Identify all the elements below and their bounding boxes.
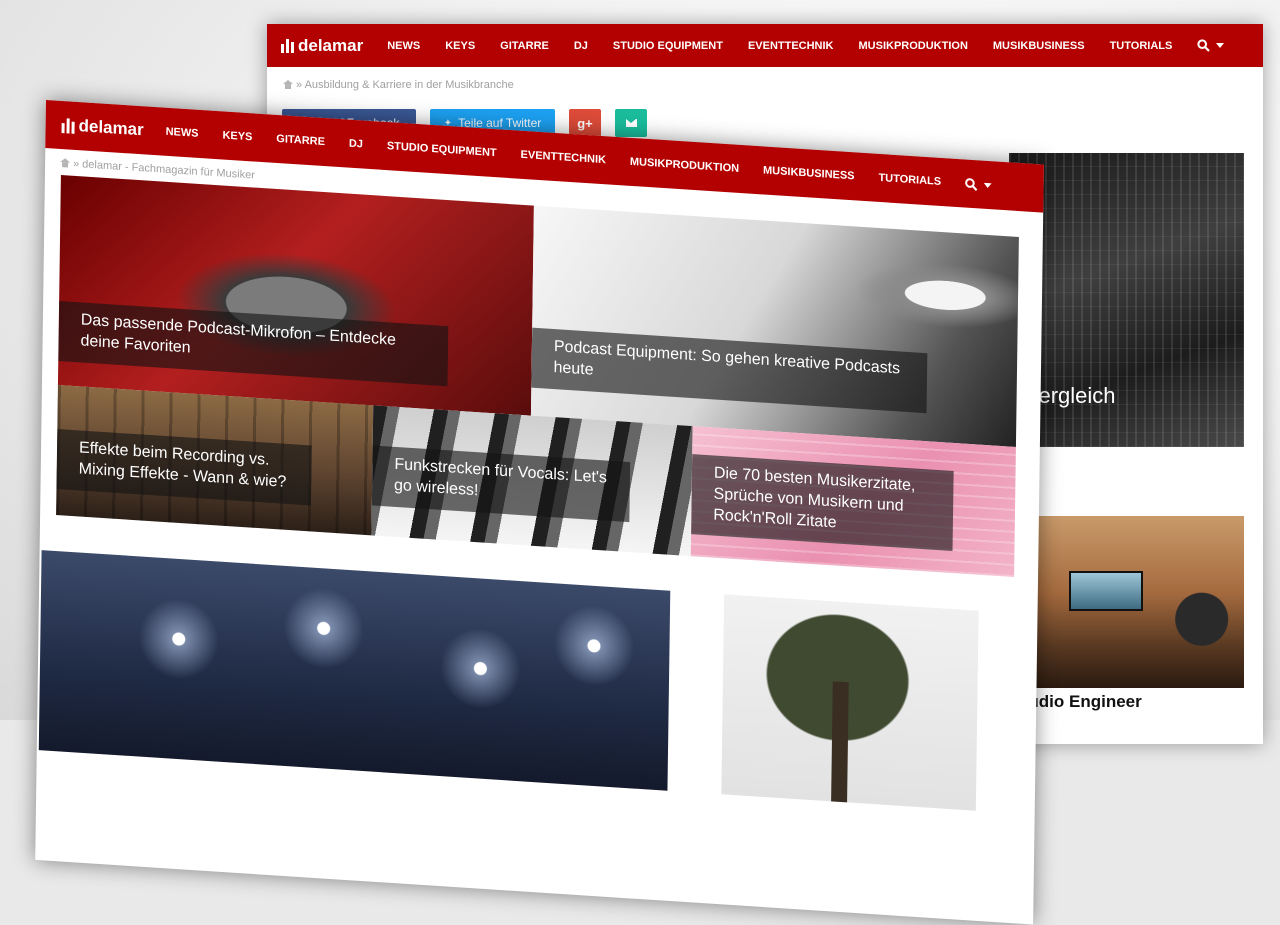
home-icon[interactable] [283,80,293,89]
article-image-concert-stage[interactable] [38,550,671,791]
article-tile-title[interactable]: Die 70 besten Musikerzitate, Sprüche von… [691,454,954,552]
logo-text: delamar [78,116,144,140]
front-page: delamar NEWS KEYS GITARRE DJ STUDIO EQUI… [35,100,1044,925]
side-image-studio[interactable] [1009,516,1244,688]
nav-item-gitarre[interactable]: GITARRE [276,133,325,148]
share-googleplus-button[interactable]: g+ [569,109,601,137]
nav-item-news[interactable]: NEWS [166,126,199,140]
nav-item-tutorials[interactable]: TUTORIALS [1110,40,1173,52]
site-logo[interactable]: delamar [61,115,144,140]
search-icon [965,177,978,191]
nav-item-musikproduktion[interactable]: MUSIKPRODUKTION [859,40,968,52]
tree-trunk-graphic [831,681,849,803]
caret-down-icon [984,182,993,188]
breadcrumb: » Ausbildung & Karriere in der Musikbran… [283,79,514,91]
nav-item-dj[interactable]: DJ [349,138,363,151]
site-logo[interactable]: delamar [281,36,363,56]
article-tile-musikerzitate[interactable]: Die 70 besten Musikerzitate, Sprüche von… [690,426,1016,578]
article-image-tree[interactable] [721,594,979,811]
googleplus-icon: g+ [577,115,593,131]
nav-item-news[interactable]: NEWS [387,40,420,52]
search-toggle[interactable] [965,177,993,192]
studio-monitor-graphic [1069,571,1143,611]
breadcrumb-current[interactable]: Ausbildung & Karriere in der Musikbranch… [305,79,514,91]
share-email-button[interactable] [615,109,647,137]
nav-item-dj[interactable]: DJ [574,40,588,52]
article-tile-title[interactable]: Das passende Podcast-Mikrofon – Entdecke… [58,301,449,386]
main-nav: delamar NEWS KEYS GITARRE DJ STUDIO EQUI… [267,24,1263,67]
article-tile-funkstrecken[interactable]: Funkstrecken für Vocals: Let's go wirele… [371,405,693,557]
search-icon [1197,39,1211,52]
nav-item-keys[interactable]: KEYS [445,40,475,52]
home-icon[interactable] [60,159,69,168]
nav-item-musikproduktion[interactable]: MUSIKPRODUKTION [630,156,739,175]
nav-item-musikbusiness[interactable]: MUSIKBUSINESS [993,40,1085,52]
article-tile-podcast-equipment[interactable]: Podcast Equipment: So gehen kreative Pod… [530,205,1019,448]
caret-down-icon [1216,43,1225,48]
nav-item-keys[interactable]: KEYS [222,129,252,143]
article-tile-effekte-recording[interactable]: Effekte beim Recording vs. Mixing Effekt… [56,385,374,536]
envelope-icon [625,119,637,127]
logo-bars-icon [281,38,294,53]
article-tile-title[interactable]: Podcast Equipment: So gehen kreative Pod… [531,327,928,413]
logo-bars-icon [61,117,75,134]
article-tile-title[interactable]: Effekte beim Recording vs. Mixing Effekt… [56,429,312,506]
nav-item-tutorials[interactable]: TUTORIALS [878,172,941,188]
nav-item-gitarre[interactable]: GITARRE [500,40,549,52]
nav-item-eventtechnik[interactable]: EVENTTECHNIK [521,149,607,167]
nav-item-musikbusiness[interactable]: MUSIKBUSINESS [763,164,855,182]
nav-item-studio-equipment[interactable]: STUDIO EQUIPMENT [613,40,723,52]
nav-item-eventtechnik[interactable]: EVENTTECHNIK [748,40,834,52]
logo-text: delamar [298,35,364,55]
nav-item-studio-equipment[interactable]: STUDIO EQUIPMENT [387,140,497,159]
article-tile-podcast-mikrofon[interactable]: Das passende Podcast-Mikrofon – Entdecke… [57,175,534,416]
article-tile-title[interactable]: Funkstrecken für Vocals: Let's go wirele… [371,445,631,522]
search-toggle[interactable] [1197,39,1225,52]
feature-image-mixing-console[interactable]: Vergleich [1009,153,1244,447]
